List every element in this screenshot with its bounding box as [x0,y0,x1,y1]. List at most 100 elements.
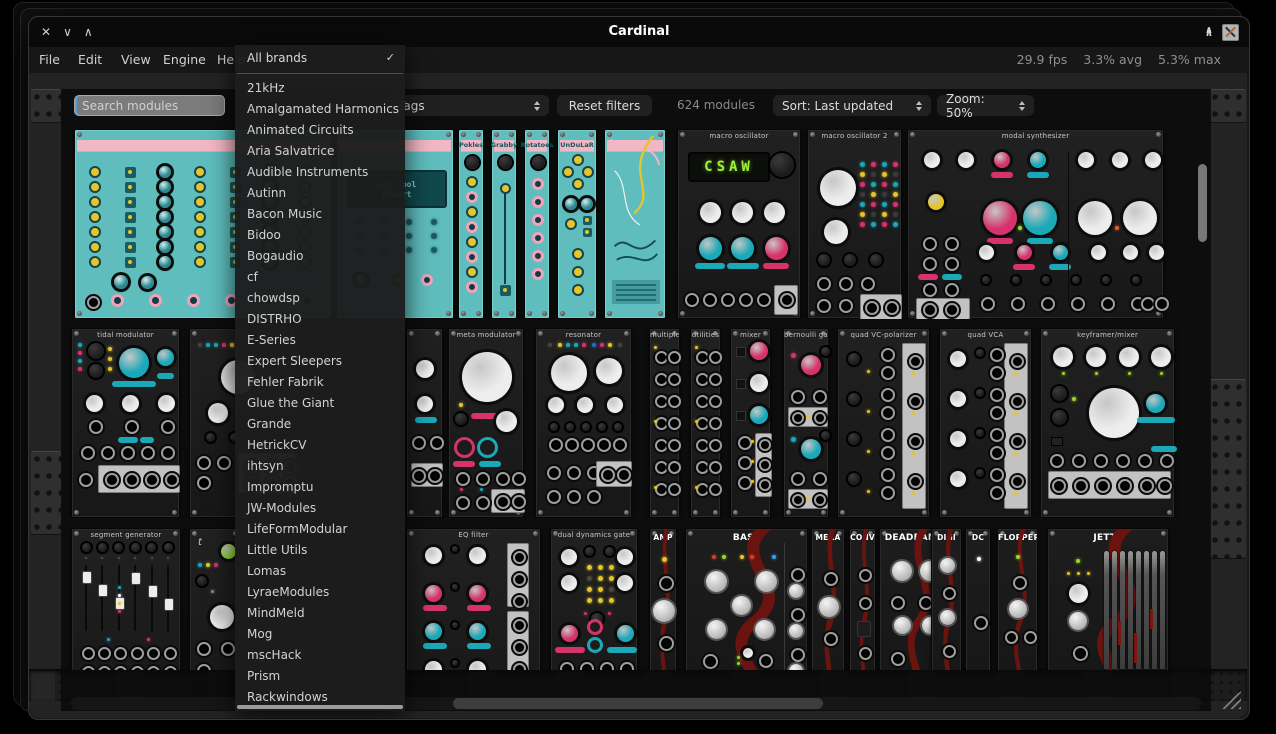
app-x-icon[interactable] [1222,24,1239,41]
brand-menu-item[interactable]: Audible Instruments [235,161,405,182]
horizontal-scrollbar-thumb[interactable] [453,698,823,709]
brand-menu-item[interactable]: Lomas [235,560,405,581]
module-amp[interactable]: AMP [649,528,677,670]
brand-menu-item[interactable]: Glue the Giant [235,392,405,413]
brand-menu-item[interactable]: Autinn [235,182,405,203]
brand-menu-item[interactable]: MindMeld [235,602,405,623]
module-pokles[interactable]: Pokles [458,129,484,319]
brand-menu-item[interactable]: LifeFormModular [235,518,405,539]
brand-menu-item[interactable]: JW-Modules [235,497,405,518]
jack-icon [194,256,206,268]
module-mera[interactable]: MERA [811,528,845,670]
brand-menu-item[interactable]: DISTRHO [235,308,405,329]
jack-icon [125,420,139,434]
brand-menu-item[interactable]: Grande [235,413,405,434]
menu-item-edit[interactable]: Edit [78,47,102,73]
brand-menu-item[interactable]: E-Series [235,329,405,350]
module-rotatoes[interactable]: Rotatoes [524,129,550,319]
collapse-icon[interactable]: ∧∧ [1205,28,1213,36]
module-panel[interactable] [604,129,666,319]
brand-menu-item[interactable]: LyraeModules [235,581,405,602]
module-multiples[interactable]: multiples [649,328,680,518]
brand-menu-item[interactable]: Bogaudio [235,245,405,266]
module-digi[interactable]: DIGI [931,528,962,670]
brand-menu-item[interactable]: Impromptu [235,476,405,497]
module-undular[interactable]: UnDuLaR [557,129,597,319]
brand-menu-item[interactable]: Bacon Music [235,203,405,224]
brand-menu-item[interactable]: Little Utils [235,539,405,560]
jack-icon [87,296,100,309]
brand-menu-item[interactable]: chowdsp [235,287,405,308]
brand-menu-item[interactable]: cf [235,266,405,287]
module-quad-vca[interactable]: quad VCA [939,328,1032,518]
knob-icon [197,576,207,586]
knob-icon [1053,347,1073,367]
brand-menu-item[interactable]: ihtsyn [235,455,405,476]
screw-icon [1156,311,1161,316]
led-icon [1014,492,1017,495]
module-tidal-modulator[interactable]: tidal modulator [71,328,180,518]
module-bass[interactable]: BASS [685,528,808,670]
led-icon [662,557,667,562]
jack-icon [791,390,805,404]
reset-filters-button[interactable]: Reset filters [557,95,652,116]
slider-track [504,188,506,284]
module-grabby[interactable]: Grabby [491,129,517,319]
module-segment-generator[interactable]: segment generator [71,528,181,670]
screw-icon [527,311,532,316]
brand-menu-item[interactable]: HetrickCV [235,434,405,455]
search-input[interactable] [74,95,225,116]
module-meta-modulator[interactable]: meta modulator [448,328,524,518]
brand-menu-item[interactable]: Bidoo [235,224,405,245]
module-bernoulli-gate[interactable]: bernoulli gate [783,328,829,518]
module-quad-vc-polarizer[interactable]: quad VC-polarizer [837,328,930,518]
zoom-dropdown[interactable]: Zoom: 50% [937,95,1034,116]
module-conv[interactable]: CONV [849,528,876,670]
button-icon [125,227,136,238]
module-panel[interactable] [406,328,443,518]
module-utilities[interactable]: utilities [690,328,721,518]
sort-dropdown[interactable]: Sort: Last updated [773,95,931,116]
brand-menu-item-all[interactable]: All brands✓ [235,45,405,70]
module-panel[interactable]: t [189,528,241,670]
button-icon [125,242,136,253]
brand-menu-item[interactable]: mscHack [235,644,405,665]
module-mixer[interactable]: mixer [730,328,771,518]
knob-icon [159,256,171,268]
brand-menu-item[interactable]: Mog [235,623,405,644]
brand-menu-item[interactable]: Prism [235,665,405,686]
led-icon [867,450,870,453]
module-resonator[interactable]: resonator [535,328,632,518]
brand-menu-item[interactable]: Animated Circuits [235,119,405,140]
brand-menu-item[interactable]: Expert Sleepers [235,350,405,371]
brand-menu-item[interactable]: Aria Salvatrice [235,140,405,161]
module-dual-dynamics-gate[interactable]: dual dynamics gate [550,528,638,670]
module-eq-filter[interactable]: EQ filter [406,528,541,670]
tags-dropdown[interactable]: Tags [389,95,549,116]
module-dc[interactable]: DC [965,528,991,670]
knob-icon [469,547,486,564]
menu-item-engine[interactable]: Engine [163,47,206,73]
led-icon [609,598,614,603]
module-jette[interactable]: JETTE [1047,528,1169,670]
brand-menu-item[interactable]: Fehler Fabrik [235,371,405,392]
knob-icon [1072,276,1080,284]
jack-icon [881,388,895,402]
jack-icon [974,616,988,630]
stat-value: 3.3% avg [1083,47,1142,73]
led-icon [893,222,898,227]
brand-menu-item[interactable]: 21kHz [235,77,405,98]
module-macro-oscillator-2[interactable]: macro oscillator 2 [807,129,902,319]
menu-item-view[interactable]: View [121,47,151,73]
brand-menu-item[interactable]: Rackwindows [235,686,405,707]
led-icon [198,343,202,347]
module-modal-synthesizer[interactable]: modal synthesizer [907,129,1164,319]
module-flopper[interactable]: FLOPPER [997,528,1038,670]
module-macro-oscillator[interactable]: macro oscillatorCSAW [677,129,801,319]
module-keyframer-mixer[interactable]: keyframer/mixer [1040,328,1175,518]
jack-icon [839,299,853,313]
vertical-scrollbar-thumb[interactable] [1198,164,1207,242]
led-icon [147,638,150,641]
menu-item-file[interactable]: File [39,47,60,73]
brand-menu-item[interactable]: Amalgamated Harmonics [235,98,405,119]
